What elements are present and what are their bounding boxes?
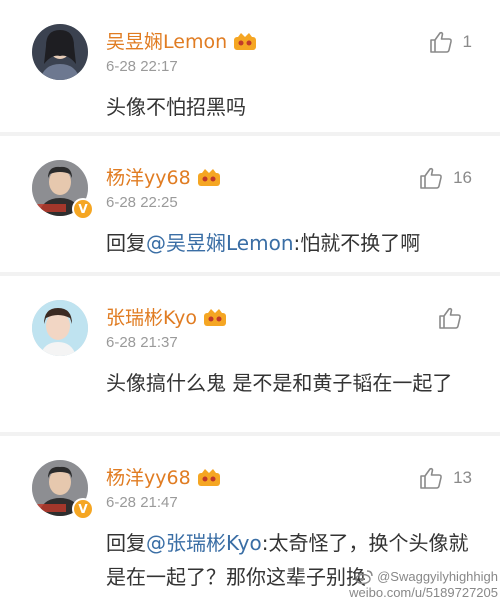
watermark-url: weibo.com/u/5189727205 bbox=[349, 585, 498, 600]
comment-text: 头像搞什么鬼 是不是和黄子韬在一起了 bbox=[106, 371, 453, 395]
like-button[interactable] bbox=[438, 306, 472, 330]
username[interactable]: 杨洋yy68 bbox=[106, 166, 191, 190]
vip-crown-icon bbox=[233, 33, 257, 51]
verified-badge-icon: V bbox=[72, 498, 94, 520]
comment-text: 头像不怕招黑吗 bbox=[106, 95, 246, 119]
username[interactable]: 吴昱娴Lemon bbox=[106, 30, 227, 54]
thumbs-up-icon bbox=[420, 167, 442, 189]
vip-crown-icon bbox=[197, 469, 221, 487]
like-button[interactable]: 1 bbox=[429, 30, 472, 54]
comment-text: 回复@吴昱娴Lemon:怕就不换了啊 bbox=[106, 231, 421, 255]
like-button[interactable]: 13 bbox=[419, 466, 472, 490]
comment-item: V 杨洋yy68 6-28 21:47 13 回复@张瑞彬Kyo:太奇怪了，换个… bbox=[0, 436, 500, 603]
watermark-handle: @Swaggyilyhighhigh bbox=[377, 569, 498, 584]
username[interactable]: 杨洋yy68 bbox=[106, 466, 191, 490]
vip-crown-icon bbox=[197, 169, 221, 187]
like-button[interactable]: 16 bbox=[419, 166, 472, 190]
mention-link[interactable]: @张瑞彬Kyo bbox=[146, 531, 262, 555]
thumbs-up-icon bbox=[429, 31, 452, 53]
vip-crown-icon bbox=[203, 309, 227, 327]
comment-time: 6-28 22:17 bbox=[106, 58, 178, 75]
comment-item: V 杨洋yy68 6-28 22:25 16 回复@吴昱娴Lemon:怕就不换了… bbox=[0, 136, 500, 272]
weibo-logo-icon bbox=[355, 570, 373, 584]
username[interactable]: 张瑞彬Kyo bbox=[106, 306, 197, 330]
comment-item: 吴昱娴Lemon 6-28 22:17 1 头像不怕招黑吗 bbox=[0, 0, 500, 132]
like-count: 1 bbox=[462, 32, 472, 51]
comment-time: 6-28 22:25 bbox=[106, 194, 178, 211]
weibo-watermark: @Swaggyilyhighhigh weibo.com/u/518972720… bbox=[349, 569, 498, 601]
verified-badge-icon: V bbox=[72, 198, 94, 220]
like-count: 13 bbox=[453, 468, 472, 487]
comment-item: 张瑞彬Kyo 6-28 21:37 头像搞什么鬼 是不是和黄子韬在一起了 bbox=[0, 276, 500, 432]
thumbs-up-icon bbox=[439, 307, 461, 329]
mention-link[interactable]: @吴昱娴Lemon bbox=[146, 231, 294, 255]
like-count: 16 bbox=[453, 168, 472, 187]
thumbs-up-icon bbox=[420, 467, 442, 489]
comment-page: { "comments": [ { "username": "吴昱娴Lemon"… bbox=[0, 0, 500, 603]
comment-time: 6-28 21:37 bbox=[106, 334, 178, 351]
comment-time: 6-28 21:47 bbox=[106, 494, 178, 511]
avatar[interactable] bbox=[32, 300, 88, 356]
avatar[interactable] bbox=[32, 24, 88, 80]
